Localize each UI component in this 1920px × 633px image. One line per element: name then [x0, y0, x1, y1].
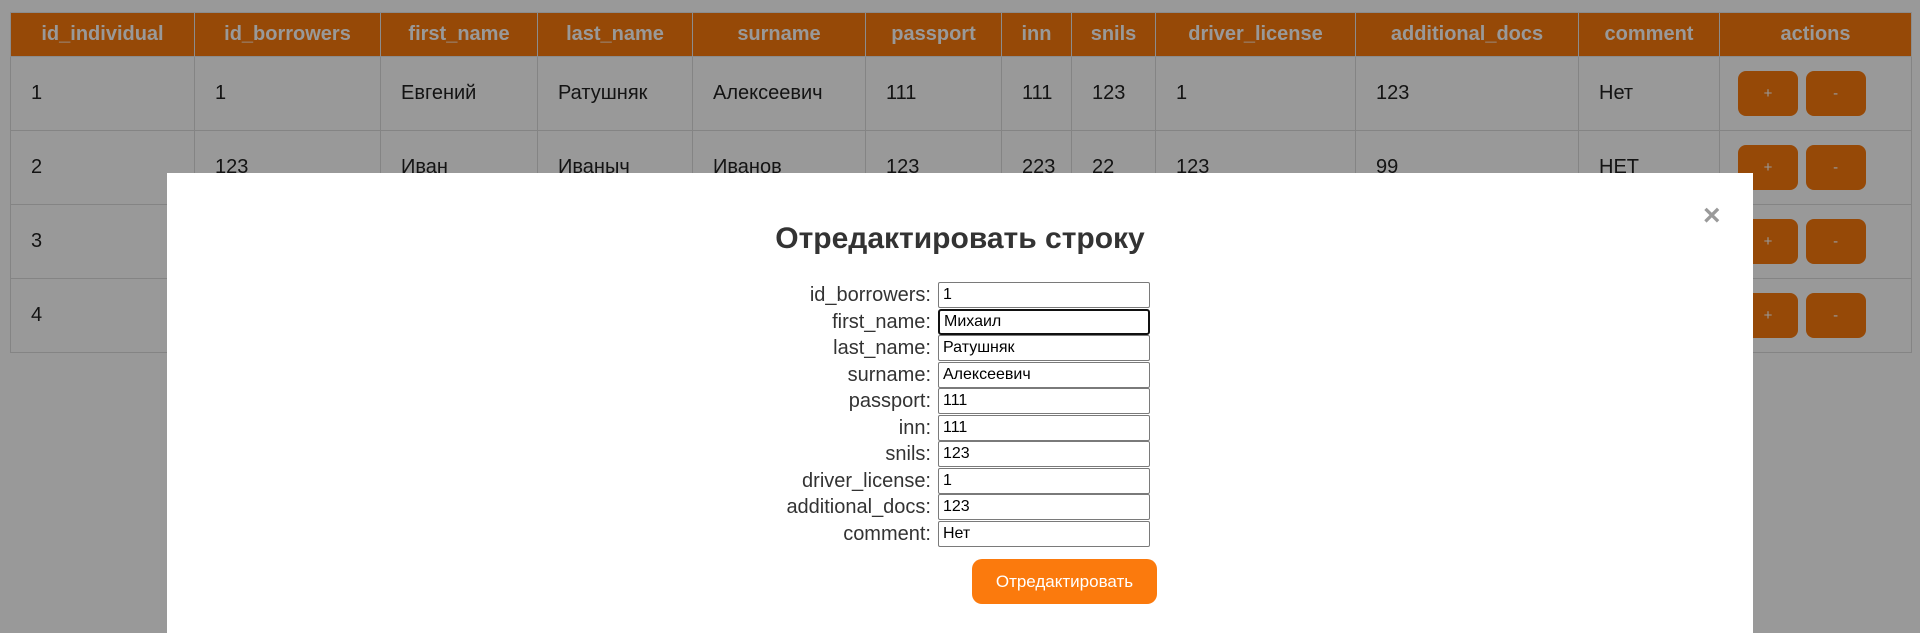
field-label: inn: [898, 417, 931, 439]
inn-field[interactable] [938, 415, 1150, 441]
field-label: additional_docs: [786, 496, 931, 518]
surname-field[interactable] [938, 362, 1150, 388]
field-label: passport: [848, 390, 931, 412]
field-label: comment: [843, 523, 931, 545]
modal-title: Отредактировать строку [775, 222, 1145, 255]
id-borrowers-field[interactable] [938, 282, 1150, 308]
edit-row-modal: × Отредактировать строку id_borrowers: f… [167, 173, 1753, 633]
field-label: snils: [885, 443, 931, 465]
field-label: last_name: [833, 337, 931, 359]
field-label: driver_license: [802, 470, 931, 492]
driver-license-field[interactable] [938, 468, 1150, 494]
submit-edit-button[interactable]: Отредактировать [972, 559, 1157, 604]
snils-field[interactable] [938, 441, 1150, 467]
field-label: surname: [847, 364, 931, 386]
field-label: first_name: [832, 311, 931, 333]
passport-field[interactable] [938, 388, 1150, 414]
additional-docs-field[interactable] [938, 494, 1150, 520]
last-name-field[interactable] [938, 335, 1150, 361]
first-name-field[interactable] [938, 309, 1150, 335]
comment-field[interactable] [938, 521, 1150, 547]
field-label: id_borrowers: [809, 284, 931, 306]
